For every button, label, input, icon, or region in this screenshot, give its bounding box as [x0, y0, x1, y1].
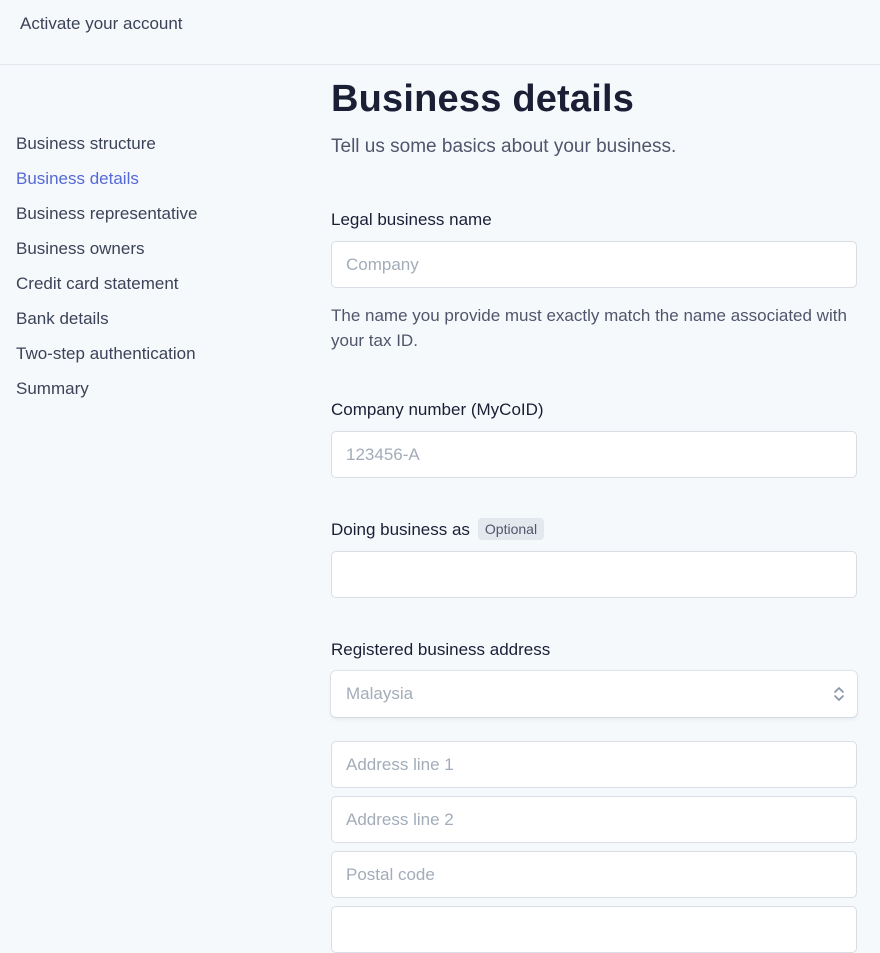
- legal-business-name-label: Legal business name: [331, 210, 492, 229]
- country-select[interactable]: Malaysia: [331, 671, 857, 717]
- chevron-up-down-icon: [834, 687, 844, 701]
- top-bar: Activate your account: [0, 0, 880, 65]
- sidebar-item-business-representative[interactable]: Business representative: [16, 202, 276, 237]
- page-subtitle: Tell us some basics about your business.: [331, 136, 677, 157]
- sidebar-item-business-details[interactable]: Business details: [16, 167, 276, 202]
- company-number-label: Company number (MyCoID): [331, 400, 544, 419]
- address-line-1-input[interactable]: [331, 741, 857, 788]
- postal-code-input[interactable]: [331, 851, 857, 898]
- sidebar-item-two-step-authentication[interactable]: Two-step authentication: [16, 342, 276, 377]
- address-line-2-input[interactable]: [331, 796, 857, 843]
- sidebar-item-credit-card-statement[interactable]: Credit card statement: [16, 272, 276, 307]
- address-next-input[interactable]: [331, 906, 857, 953]
- doing-business-as-input[interactable]: [331, 551, 857, 598]
- sidebar-item-business-structure[interactable]: Business structure: [16, 132, 276, 167]
- doing-business-as-label-row: Doing business as Optional: [331, 518, 545, 542]
- legal-business-name-input[interactable]: [331, 241, 857, 288]
- optional-badge: Optional: [477, 518, 545, 540]
- main-content: Business details Tell us some basics abo…: [331, 74, 857, 953]
- sidebar-item-summary[interactable]: Summary: [16, 377, 276, 412]
- header-title: Activate your account: [20, 14, 183, 33]
- sidebar-item-bank-details[interactable]: Bank details: [16, 307, 276, 342]
- legal-business-name-help: The name you provide must exactly match …: [331, 306, 847, 350]
- registered-address-label: Registered business address: [331, 640, 551, 659]
- page-title: Business details: [331, 78, 635, 120]
- company-number-input[interactable]: [331, 431, 857, 478]
- doing-business-as-label: Doing business as: [331, 520, 470, 539]
- sidebar-item-business-owners[interactable]: Business owners: [16, 237, 276, 272]
- sidebar-nav: Business structure Business details Busi…: [16, 132, 276, 412]
- country-select-value: Malaysia: [346, 684, 414, 703]
